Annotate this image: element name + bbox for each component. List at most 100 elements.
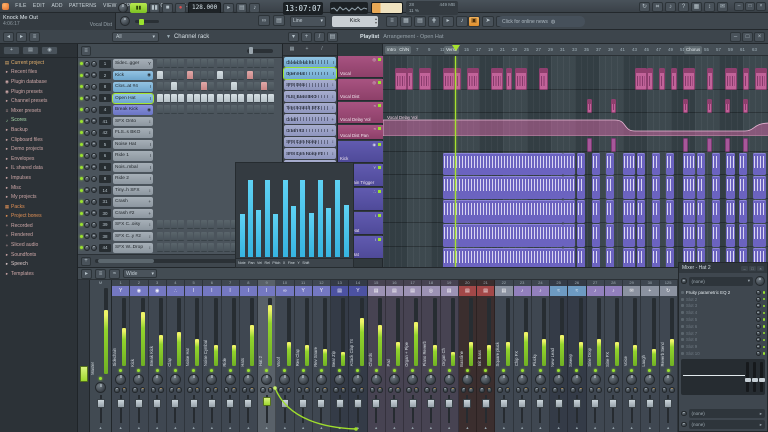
fader-handle[interactable]: [317, 398, 326, 408]
strip-mute-led[interactable]: [611, 368, 615, 372]
step-cell[interactable]: [178, 59, 184, 69]
song-mode-button[interactable]: ▤: [236, 2, 248, 13]
strip-mute-led[interactable]: [137, 368, 141, 372]
eq-knob[interactable]: [158, 387, 164, 393]
strip-mute-led[interactable]: [666, 368, 670, 372]
eq-knob[interactable]: [121, 387, 128, 393]
stereo-sep-knob[interactable]: [150, 387, 157, 393]
eq-knob[interactable]: [139, 387, 146, 393]
stereo-sep-knob[interactable]: [460, 387, 467, 393]
strip-mute-led[interactable]: [283, 368, 287, 372]
channel-mute-led[interactable]: [80, 119, 83, 123]
panel-title-bar[interactable]: Mixer - Hat 2 – □ ×: [679, 263, 767, 273]
step-cell[interactable]: [224, 231, 230, 241]
strip-mute-led[interactable]: [338, 368, 342, 372]
step-cell[interactable]: [201, 231, 207, 241]
step-cell[interactable]: [194, 231, 200, 241]
strip-fader[interactable]: [149, 394, 166, 424]
step-cell[interactable]: [217, 220, 223, 230]
oscilloscope[interactable]: [330, 2, 368, 14]
eq-knob[interactable]: [614, 387, 620, 393]
graph-bar[interactable]: [317, 180, 323, 257]
stereo-sep-knob[interactable]: [497, 387, 503, 393]
strip-fader[interactable]: [550, 394, 567, 424]
step-cell[interactable]: [194, 93, 200, 103]
slot-enable-led[interactable]: [762, 345, 765, 349]
strip-group-band[interactable]: ♪: [586, 286, 604, 296]
maximize-button[interactable]: □: [745, 1, 755, 11]
pattern-clip[interactable]: [443, 200, 563, 223]
stereo-sep-knob[interactable]: [187, 387, 193, 393]
step-cell[interactable]: [194, 105, 200, 115]
save-icon[interactable]: ▦: [691, 1, 702, 12]
strip-mute-led[interactable]: [319, 368, 323, 372]
graph-bar[interactable]: [290, 206, 296, 257]
browser-item[interactable]: ▸ Impulses: [0, 173, 77, 183]
eq-knob[interactable]: [377, 387, 383, 393]
step-cell[interactable]: [217, 105, 223, 115]
fader-handle[interactable]: [664, 398, 673, 408]
step-cell[interactable]: [157, 243, 163, 253]
channel-pan-knob[interactable]: [84, 60, 90, 67]
audio-clip[interactable]: [506, 68, 512, 90]
pattern-clip[interactable]: [726, 153, 736, 175]
stereo-sep-knob[interactable]: [570, 387, 576, 393]
automation-clip[interactable]: Vocal Delay Vol: [383, 114, 768, 136]
mixer-master-strip[interactable]: M Master ▴: [90, 280, 112, 432]
eq-knob[interactable]: [176, 387, 182, 393]
step-cell[interactable]: [261, 105, 267, 115]
strip-mute-led[interactable]: [246, 368, 250, 372]
track-enable-led[interactable]: [378, 214, 381, 217]
menu-item[interactable]: ADD: [48, 3, 66, 9]
mixer-strip[interactable]: 18 ◎ Piano Reverb ▴: [422, 280, 441, 432]
picker-item[interactable]: Crash #2 +: [284, 125, 336, 136]
strip-route-arrow-icon[interactable]: ▴: [375, 424, 377, 432]
pattern-clip[interactable]: [606, 153, 615, 175]
eq-knob[interactable]: [304, 387, 310, 393]
strip-mute-led[interactable]: [265, 368, 269, 372]
channel-mixer-track-badge[interactable]: 2: [99, 71, 111, 80]
strip-pan-knob[interactable]: [352, 373, 364, 385]
strip-fader[interactable]: [313, 394, 330, 424]
channel-volume-knob[interactable]: [91, 129, 97, 136]
audio-clip[interactable]: [467, 68, 479, 90]
fader-handle[interactable]: [536, 398, 545, 408]
effect-slot[interactable]: Slot 9: [679, 343, 767, 350]
mixer-strip[interactable]: 13 ▤ Bear Zip ▴: [331, 280, 350, 432]
browser-item[interactable]: ◉ Plugin database: [0, 77, 77, 87]
playlist-header[interactable]: Playlist Arrangement - Open Hat: [360, 32, 444, 42]
channel-mixer-track-badge[interactable]: 6: [99, 151, 111, 160]
graph-bar[interactable]: [308, 213, 314, 257]
step-cell[interactable]: [187, 105, 193, 115]
channel-volume-knob[interactable]: [91, 141, 97, 148]
fader-handle[interactable]: [335, 398, 344, 408]
playlist-clip-area[interactable]: Vocal Delay Vol: [383, 56, 768, 267]
eq-knob[interactable]: [669, 387, 675, 393]
stereo-sep-knob[interactable]: [114, 387, 120, 393]
step-cell[interactable]: [217, 243, 223, 253]
minimize-icon[interactable]: –: [730, 32, 741, 42]
strip-route-arrow-icon[interactable]: ▴: [119, 424, 121, 432]
mixer-strip[interactable]: 20 ▤ Bassline ▴: [458, 280, 477, 432]
channel-name-button[interactable]: Sidec..gger Y: [113, 59, 153, 69]
pattern-clip[interactable]: [563, 248, 575, 267]
step-cell[interactable]: [238, 82, 244, 92]
strip-group-band[interactable]: Y: [312, 286, 330, 296]
step-cell[interactable]: [201, 82, 207, 92]
step-cell[interactable]: [247, 93, 253, 103]
slot-mix-knob[interactable]: [755, 310, 761, 316]
picker-grid-icon[interactable]: ▦: [286, 46, 298, 54]
pattern-clip[interactable]: [443, 153, 563, 175]
strip-pan-knob[interactable]: [279, 373, 291, 385]
strip-pan-knob[interactable]: [662, 373, 674, 385]
step-cell[interactable]: [268, 70, 274, 80]
strip-fader[interactable]: [349, 394, 366, 424]
pattern-clip[interactable]: [739, 153, 748, 175]
fader-handle[interactable]: [572, 398, 581, 408]
strip-pan-knob[interactable]: [224, 373, 236, 385]
strip-group-band[interactable]: ◎: [422, 286, 440, 296]
graph-bar[interactable]: [326, 208, 332, 257]
mixer-strip[interactable]: 7 I Ride ▴: [221, 280, 240, 432]
pattern-clip[interactable]: [666, 200, 675, 223]
strip-group-band[interactable]: ↻: [659, 286, 677, 296]
